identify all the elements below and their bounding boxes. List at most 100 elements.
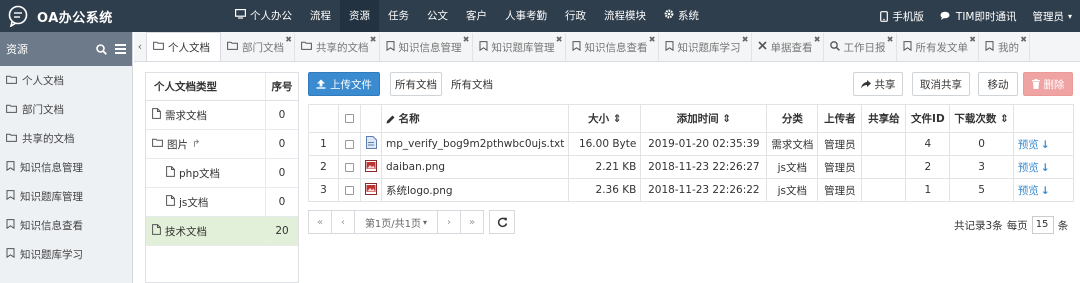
sidebar-item[interactable]: 知识题库管理: [0, 182, 132, 211]
app-logo[interactable]: OA办公系统: [0, 0, 214, 32]
share-button[interactable]: 共享: [853, 72, 903, 96]
tab-close-icon[interactable]: ✖: [285, 35, 292, 44]
all-docs-button[interactable]: 所有文档: [390, 72, 442, 96]
download-arrow-icon[interactable]: ↓: [1041, 185, 1050, 197]
tab[interactable]: 知识题库管理 ✖: [473, 33, 566, 61]
prev-page-button[interactable]: ‹: [331, 210, 355, 234]
row-checkbox[interactable]: [345, 139, 354, 149]
next-page-button[interactable]: ›: [437, 210, 461, 234]
topnav-item[interactable]: 客户: [457, 0, 496, 32]
first-page-label: «: [316, 216, 324, 228]
file-name[interactable]: 系统logo.png: [380, 178, 570, 202]
page-select[interactable]: 第1页/共1页 ▾: [354, 210, 438, 234]
select-all-checkbox[interactable]: [345, 114, 354, 123]
topnav-label: 流程模块: [604, 10, 646, 22]
time-header[interactable]: 添加时间 ⇕: [640, 104, 768, 133]
search-icon[interactable]: [96, 43, 107, 55]
select-all-header[interactable]: [338, 104, 361, 133]
preview-link[interactable]: 预览 ↓: [1018, 185, 1050, 197]
topnav-item[interactable]: 流程模块: [595, 0, 655, 32]
sidebar-item[interactable]: 知识题库学习: [0, 240, 132, 269]
tab-close-icon[interactable]: ✖: [814, 35, 821, 44]
refresh-button[interactable]: [489, 210, 515, 234]
tab-close-icon[interactable]: ✖: [969, 35, 976, 44]
topnav-item[interactable]: 资源: [340, 0, 379, 32]
tab[interactable]: 共享的文档 ✖: [295, 33, 380, 61]
tab[interactable]: 工作日报 ✖: [824, 33, 897, 61]
tab-close-icon[interactable]: ✖: [370, 35, 377, 44]
doc-type-row[interactable]: 图片 ↱ 0: [146, 130, 298, 159]
downloads-header[interactable]: 下载次数 ⇕: [949, 104, 1014, 133]
top-nav: 个人办公 流程 资源 任务 公文 客户 人事考勤 行政 流程模块 系统: [226, 0, 708, 32]
row-select-cell[interactable]: [338, 132, 361, 156]
preview-label: 预览: [1017, 184, 1039, 197]
doc-type-row[interactable]: php文档 0: [146, 159, 298, 188]
share-icon: ↱: [192, 138, 201, 150]
topnav-item[interactable]: 流程: [301, 0, 340, 32]
tab-scroll-left-icon[interactable]: ‹: [134, 32, 146, 61]
row-checkbox[interactable]: [345, 185, 354, 195]
user-name: 管理员: [1032, 10, 1064, 23]
tab[interactable]: 知识信息查看 ✖: [566, 33, 659, 61]
topnav-item[interactable]: 任务: [379, 0, 418, 32]
topnav-item[interactable]: 行政: [556, 0, 595, 32]
im-link[interactable]: TIM即时通讯: [932, 9, 1025, 24]
doc-type-name: 需求文档: [165, 109, 207, 122]
topnav-item[interactable]: 系统: [655, 0, 708, 32]
tab[interactable]: 所有发文单 ✖: [897, 33, 979, 61]
mobile-link[interactable]: 手机版: [872, 9, 932, 24]
menu-icon[interactable]: [115, 44, 126, 54]
doc-type-row[interactable]: js文档 0: [146, 188, 298, 217]
tab[interactable]: 知识题库学习 ✖: [659, 33, 752, 61]
tab[interactable]: 个人文档: [146, 32, 221, 61]
per-page-input[interactable]: 15: [1031, 216, 1054, 234]
tab[interactable]: 我的 ✖: [979, 33, 1030, 61]
row-select-cell[interactable]: [338, 155, 361, 179]
row-checkbox[interactable]: [345, 162, 354, 172]
topnav-item[interactable]: 人事考勤: [496, 0, 556, 32]
doc-type-name-cell: js文档: [146, 188, 266, 216]
tab-close-icon[interactable]: ✖: [1020, 35, 1027, 44]
row-select-cell[interactable]: [338, 178, 361, 202]
tab-close-icon[interactable]: ✖: [556, 35, 563, 44]
download-arrow-icon[interactable]: ↓: [1041, 162, 1050, 174]
doc-type-row[interactable]: 技术文档 20: [146, 217, 298, 246]
sidebar-item[interactable]: 共享的文档: [0, 124, 132, 153]
sidebar-item[interactable]: 知识信息查看: [0, 211, 132, 240]
tab-close-icon[interactable]: ✖: [649, 35, 656, 44]
chat-bubble-icon: [8, 5, 28, 27]
sidebar-item[interactable]: 部门文档: [0, 95, 132, 124]
tab[interactable]: 部门文档 ✖: [221, 33, 295, 61]
file-name[interactable]: mp_verify_bog9m2pthwbc0ujs.txt: [380, 132, 570, 156]
tab-close-icon[interactable]: ✖: [463, 35, 470, 44]
user-menu[interactable]: 管理员 ▾: [1024, 9, 1080, 24]
folder-icon: [301, 41, 312, 53]
topnav-item[interactable]: 公文: [418, 0, 457, 32]
tab[interactable]: 单据查看 ✖: [752, 33, 824, 61]
tab-close-icon[interactable]: ✖: [742, 35, 749, 44]
first-page-button[interactable]: «: [308, 210, 332, 234]
sidebar-item[interactable]: 个人文档: [0, 66, 132, 95]
tab[interactable]: 知识信息管理 ✖: [380, 33, 473, 61]
topnav-item[interactable]: 个人办公: [226, 0, 301, 32]
delete-button[interactable]: 删除: [1023, 72, 1073, 96]
sidebar-item[interactable]: 知识信息管理: [0, 153, 132, 182]
table-row[interactable]: 3 系统logo.png 2.36 KB 2018-11-23 22:26:22 js文…: [308, 178, 1075, 202]
topnav-label: 流程: [310, 10, 331, 22]
move-button[interactable]: 移动: [978, 72, 1018, 96]
download-arrow-icon[interactable]: ↓: [1041, 139, 1050, 151]
tab-close-icon[interactable]: ✖: [887, 35, 894, 44]
table-row[interactable]: 2 daiban.png 2.21 KB 2018-11-23 22:26:27 js文…: [308, 155, 1075, 179]
preview-link[interactable]: 预览 ↓: [1018, 139, 1050, 151]
mobile-label: 手机版: [892, 10, 924, 23]
sidebar-item-label: 知识信息管理: [20, 162, 83, 174]
size-header[interactable]: 大小 ⇕: [568, 104, 642, 133]
file-name[interactable]: daiban.png: [380, 155, 570, 179]
doc-type-row[interactable]: 需求文档 0: [146, 101, 298, 130]
name-header[interactable]: 名称: [380, 104, 570, 133]
upload-button[interactable]: 上传文件: [308, 72, 380, 96]
table-row[interactable]: 1 mp_verify_bog9m2pthwbc0ujs.txt 16.00 Byt…: [308, 132, 1075, 156]
preview-link[interactable]: 预览 ↓: [1018, 162, 1050, 174]
last-page-button[interactable]: »: [460, 210, 484, 234]
unshare-button[interactable]: 取消共享: [912, 72, 970, 96]
